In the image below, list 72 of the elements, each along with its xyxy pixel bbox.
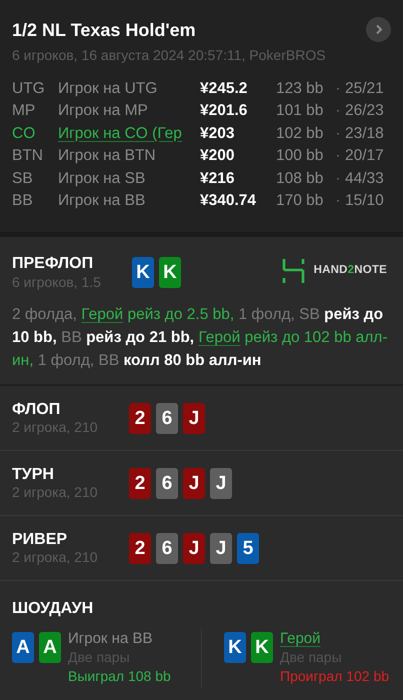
hand-title: 1/2 NL Texas Hold'em xyxy=(12,19,196,41)
playing-card: A xyxy=(39,632,61,663)
playing-card: K xyxy=(224,632,246,663)
player-stats: 25/21 xyxy=(345,78,384,99)
player-name[interactable]: Герой xyxy=(280,629,321,648)
stack-amount: ¥216 xyxy=(200,168,236,189)
playing-card: A xyxy=(12,632,34,663)
separator-dot: · xyxy=(334,168,342,189)
stack-amount: ¥203 xyxy=(200,124,236,144)
player-name[interactable]: Игрок на CO (Гер xyxy=(58,122,200,145)
separator-dot: · xyxy=(334,101,342,122)
street-title: ПРЕФЛОП xyxy=(12,254,94,274)
player-name: Игрок на BTN xyxy=(58,146,157,166)
player-name: Игрок на SB xyxy=(58,168,146,189)
separator-dot: · xyxy=(334,191,342,212)
playing-card: 2 xyxy=(129,402,151,434)
player-name: Игрок на BB xyxy=(58,191,146,212)
playing-card: J xyxy=(183,402,205,434)
stack-amount: ¥245.2 xyxy=(200,78,248,99)
playing-card: 2 xyxy=(129,468,151,498)
player-stats: 26/23 xyxy=(345,101,384,122)
playing-card: J xyxy=(210,532,232,564)
player-stats: 23/18 xyxy=(345,124,384,144)
playing-card: K xyxy=(132,257,154,288)
separator-dot: · xyxy=(334,146,342,166)
playing-card: J xyxy=(210,468,232,498)
street-title: РИВЕР xyxy=(12,530,68,549)
section-title: ШОУДАУН xyxy=(12,599,94,619)
big-blinds: 100 bb xyxy=(276,146,324,166)
playing-card: J xyxy=(183,468,205,498)
logo-icon xyxy=(282,259,305,283)
stack-amount: ¥201.6 xyxy=(200,101,248,122)
player-link[interactable]: Герой xyxy=(81,306,124,323)
hand-subtitle: 6 игроков, 16 августа 2024 20:57:11, PokerBROS xyxy=(12,46,327,65)
big-blinds: 170 bb xyxy=(276,191,324,212)
separator-dot: · xyxy=(334,124,342,144)
street-title: ФЛОП xyxy=(12,400,62,419)
stack-amount: ¥200 xyxy=(200,146,236,166)
result-text: Проиграл 102 bb xyxy=(280,667,390,686)
result-text: Выиграл 108 bb xyxy=(68,667,171,686)
player-stats: 20/17 xyxy=(345,146,384,166)
next-button[interactable] xyxy=(366,17,391,42)
player-name: Игрок на MP xyxy=(58,101,149,122)
position-label: UTG xyxy=(12,78,46,99)
playing-card: K xyxy=(251,632,273,663)
playing-card: 5 xyxy=(237,532,259,564)
player-stats: 44/33 xyxy=(345,168,384,189)
playing-card: 6 xyxy=(156,468,178,498)
player-stats: 15/10 xyxy=(345,191,384,212)
big-blinds: 108 bb xyxy=(276,168,324,189)
position-label: SB xyxy=(12,168,34,189)
player-name: Игрок на BB xyxy=(68,629,152,648)
position-label: MP xyxy=(12,101,36,122)
chevron-right-icon xyxy=(374,24,382,35)
playing-card: 2 xyxy=(129,532,151,564)
big-blinds: 102 bb xyxy=(276,124,324,144)
player-link[interactable]: Герой xyxy=(198,329,240,346)
big-blinds: 123 bb xyxy=(276,78,324,99)
big-blinds: 101 bb xyxy=(276,101,324,122)
player-name: Игрок на UTG xyxy=(58,78,158,99)
action-summary: 2 фолда, Герой рейз до 2.5 bb, 1 фолд, SB рейз до 10 bb, BB рейз до 21 bb, Герой рейз до 102 bb алл-ин, 1 фолд, BB колл 80 bb алл-ин xyxy=(12,305,389,371)
separator-dot: · xyxy=(334,78,342,99)
position-label: CO xyxy=(12,124,36,144)
playing-card: 6 xyxy=(156,402,178,434)
position-label: BB xyxy=(12,191,34,212)
logo-text: HAND2NOTE xyxy=(314,263,387,278)
stack-amount: ¥340.74 xyxy=(200,191,258,212)
playing-card: J xyxy=(183,532,205,564)
playing-card: K xyxy=(159,257,181,288)
playing-card: 6 xyxy=(156,532,178,564)
street-title: ТУРН xyxy=(12,465,55,484)
position-label: BTN xyxy=(12,146,44,166)
